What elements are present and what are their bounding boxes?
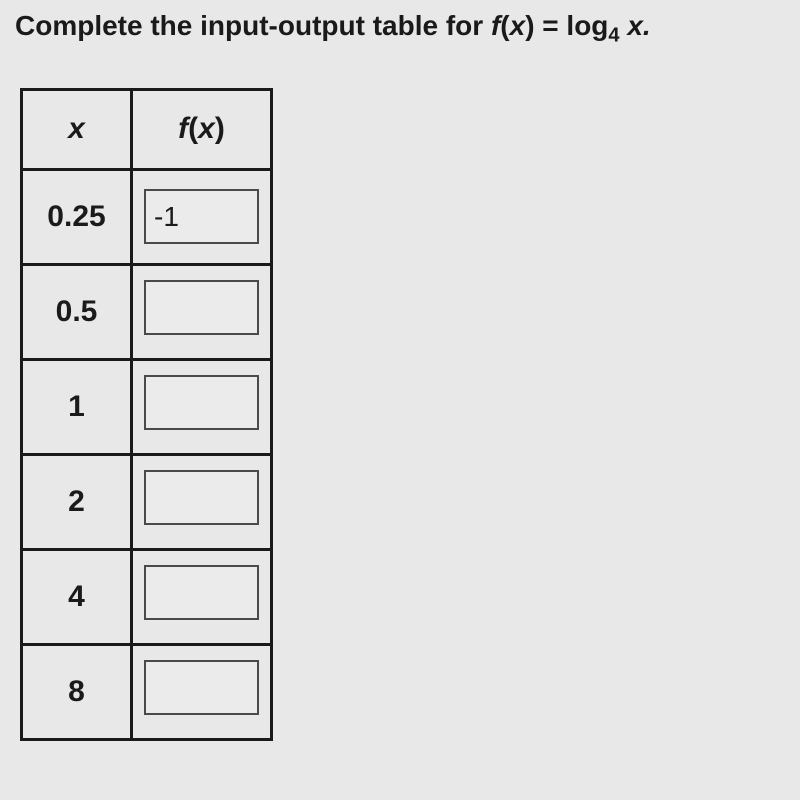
x-value: 4 (22, 549, 132, 644)
header-fx: f(x) (132, 89, 272, 169)
io-table: x f(x) 0.25 -1 0.5 1 (20, 88, 273, 741)
table-row: 2 (22, 454, 272, 549)
fx-cell (132, 644, 272, 739)
instruction-eq: = log (535, 10, 609, 41)
table-row: 0.5 (22, 264, 272, 359)
table-row: 1 (22, 359, 272, 454)
instruction-var: x (510, 10, 526, 41)
fx-cell (132, 359, 272, 454)
table-row: 8 (22, 644, 272, 739)
instruction-text: Complete the input-output table for f(x)… (15, 10, 785, 48)
fx-cell: -1 (132, 169, 272, 264)
fx-input[interactable] (144, 280, 259, 335)
fx-input[interactable] (144, 375, 259, 430)
fx-input[interactable] (144, 470, 259, 525)
fx-input[interactable]: -1 (144, 189, 259, 244)
x-value: 1 (22, 359, 132, 454)
instruction-prefix: Complete the input-output table for (15, 10, 491, 41)
table-container: x f(x) 0.25 -1 0.5 1 (20, 88, 785, 741)
x-value: 0.25 (22, 169, 132, 264)
x-value: 2 (22, 454, 132, 549)
instruction-base: 4 (608, 25, 619, 47)
fx-cell (132, 454, 272, 549)
table-row: 0.25 -1 (22, 169, 272, 264)
header-x: x (22, 89, 132, 169)
fx-input[interactable] (144, 660, 259, 715)
fx-cell (132, 549, 272, 644)
x-value: 8 (22, 644, 132, 739)
instruction-func: f (491, 10, 500, 41)
instruction-suffix: x. (620, 10, 651, 41)
table-row: 4 (22, 549, 272, 644)
x-value: 0.5 (22, 264, 132, 359)
fx-input[interactable] (144, 565, 259, 620)
fx-cell (132, 264, 272, 359)
